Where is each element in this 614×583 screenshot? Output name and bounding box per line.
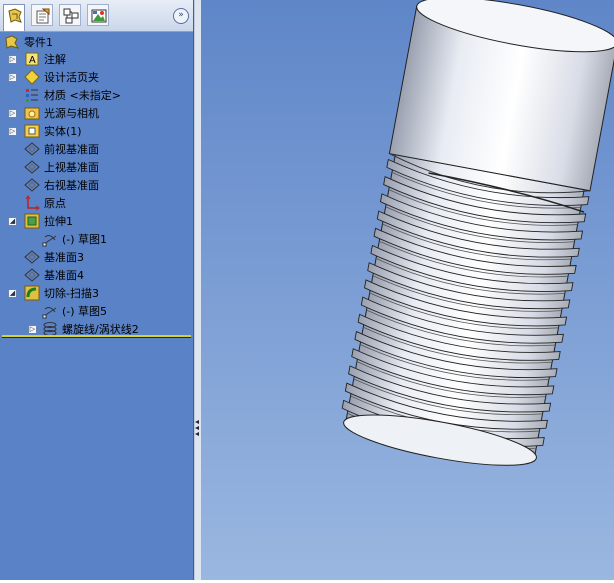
tree-item-label: (-) 草图1 bbox=[62, 233, 108, 246]
tree-item-label: 切除-扫描3 bbox=[44, 287, 99, 300]
rollback-bar[interactable] bbox=[2, 335, 191, 338]
expand-panel-button[interactable]: » bbox=[173, 8, 189, 24]
tree-item-origin[interactable]: 原点 bbox=[24, 194, 66, 212]
tree-item-design-binder[interactable]: 设计活页夹 bbox=[24, 68, 99, 86]
tree-item-extrude1[interactable]: 拉伸1 bbox=[24, 212, 73, 230]
feature-manager-panel: » 零件1 ▷ A 注解 ▷ 设计活页夹 材质 <未指定> ▷ 光源与相机 ▷ bbox=[0, 0, 194, 580]
tree-item-label: 光源与相机 bbox=[44, 107, 99, 120]
tab-feature-manager[interactable] bbox=[3, 4, 25, 31]
expand-toggle[interactable]: ▷ bbox=[28, 325, 37, 334]
threaded-rod-model bbox=[341, 0, 614, 466]
splitter-grip-icon[interactable] bbox=[195, 420, 199, 440]
tree-item-cut-sweep3[interactable]: 切除-扫描3 bbox=[24, 284, 99, 302]
tree-item-label: 基准面3 bbox=[44, 251, 84, 264]
tree-item-label: 实体(1) bbox=[44, 125, 82, 138]
appearance-manager-icon bbox=[91, 9, 107, 23]
configuration-manager-icon bbox=[63, 8, 79, 24]
tree-item-top-plane[interactable]: 上视基准面 bbox=[24, 158, 99, 176]
sketch-icon bbox=[42, 303, 58, 319]
tree-item-lights-cameras[interactable]: 光源与相机 bbox=[24, 104, 99, 122]
tab-property-manager[interactable] bbox=[31, 4, 53, 26]
tree-item-label: 材质 <未指定> bbox=[44, 89, 121, 102]
cut-sweep-icon bbox=[24, 285, 40, 301]
lights-cameras-icon bbox=[24, 105, 40, 121]
tree-item-plane4[interactable]: 基准面4 bbox=[24, 266, 84, 284]
plane-icon bbox=[24, 267, 40, 283]
expand-toggle[interactable]: ▷ bbox=[8, 127, 17, 136]
plane-icon bbox=[24, 249, 40, 265]
tree-item-label: 右视基准面 bbox=[44, 179, 99, 192]
tree-item-annotations[interactable]: A 注解 bbox=[24, 50, 66, 68]
tree-item-plane3[interactable]: 基准面3 bbox=[24, 248, 84, 266]
part-icon bbox=[4, 34, 20, 50]
material-icon bbox=[24, 87, 40, 103]
origin-icon bbox=[24, 195, 40, 211]
expand-toggle[interactable]: ▷ bbox=[8, 55, 17, 64]
tree-item-label: (-) 草图5 bbox=[62, 305, 108, 318]
plane-icon bbox=[24, 141, 40, 157]
tree-item-right-plane[interactable]: 右视基准面 bbox=[24, 176, 99, 194]
tree-item-solid-bodies[interactable]: 实体(1) bbox=[24, 122, 82, 140]
solid-bodies-icon bbox=[24, 123, 40, 139]
property-manager-icon bbox=[36, 8, 50, 24]
tab-appearance-manager[interactable] bbox=[87, 4, 109, 26]
plane-icon bbox=[24, 159, 40, 175]
tree-item-label: 上视基准面 bbox=[44, 161, 99, 174]
plane-icon bbox=[24, 177, 40, 193]
tab-configuration-manager[interactable] bbox=[59, 4, 81, 26]
tree-root-label: 零件1 bbox=[24, 36, 53, 49]
sketch-icon bbox=[42, 231, 58, 247]
expand-toggle[interactable]: ▷ bbox=[8, 73, 17, 82]
graphics-viewport[interactable] bbox=[201, 0, 614, 580]
expand-toggle[interactable]: ▷ bbox=[8, 109, 17, 118]
feature-manager-icon bbox=[8, 8, 22, 23]
tree-item-label: 注解 bbox=[44, 53, 66, 66]
annotations-icon: A bbox=[24, 51, 40, 67]
svg-text:A: A bbox=[29, 55, 36, 66]
tree-item-sketch5[interactable]: (-) 草图5 bbox=[42, 302, 107, 320]
collapse-toggle[interactable]: ◢ bbox=[8, 289, 17, 298]
tree-item-label: 前视基准面 bbox=[44, 143, 99, 156]
extrude-feature-icon bbox=[24, 213, 40, 229]
tree-item-material[interactable]: 材质 <未指定> bbox=[24, 86, 121, 104]
tree-item-label: 基准面4 bbox=[44, 269, 84, 282]
tree-item-front-plane[interactable]: 前视基准面 bbox=[24, 140, 99, 158]
collapse-toggle[interactable]: ◢ bbox=[8, 217, 17, 226]
manager-tab-bar: » bbox=[0, 0, 193, 32]
tree-item-sketch1[interactable]: (-) 草图1 bbox=[42, 230, 107, 248]
tree-item-label: 拉伸1 bbox=[44, 215, 73, 228]
tree-root[interactable]: 零件1 bbox=[4, 33, 53, 51]
design-binder-icon bbox=[24, 69, 40, 85]
tree-item-label: 原点 bbox=[44, 197, 66, 210]
tree-item-label: 设计活页夹 bbox=[44, 71, 99, 84]
